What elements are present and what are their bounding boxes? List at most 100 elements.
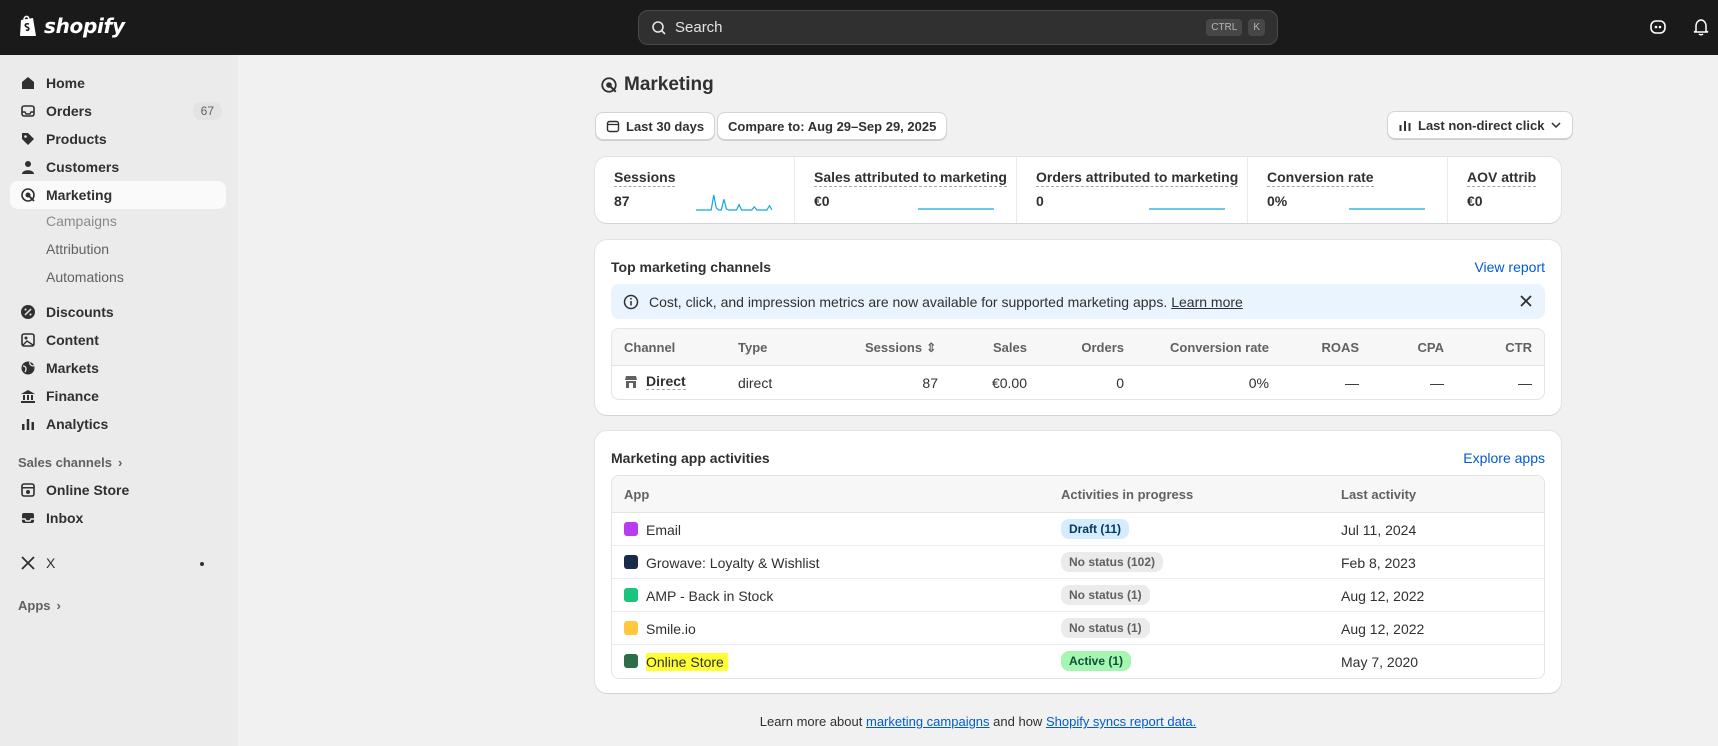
shopify-logo[interactable]: shopify [18,14,125,38]
sidebar-item-label: Inbox [46,510,84,526]
info-banner: Cost, click, and impression metrics are … [611,284,1545,319]
sales-channels-header[interactable]: Sales channels › [18,455,122,470]
orders-sparkline [1149,208,1225,210]
bar-chart-icon [22,419,34,430]
sidebar-item-customers[interactable]: Customers [10,153,226,181]
sidebar-sub-attribution[interactable]: Attribution [46,241,109,257]
status-badge: No status (102) [1061,552,1164,572]
sidebar-item-label: Discounts [46,304,114,320]
search-icon [652,20,666,35]
metric-sessions[interactable]: Sessions 87 [595,157,795,223]
sidebar-item-markets[interactable]: Markets [10,354,226,382]
store-icon [21,483,35,497]
status-badge: Active (1) [1061,651,1132,671]
page-title-text: Marketing [624,74,714,95]
sidebar-item-finance[interactable]: Finance [10,382,226,410]
sidebar-item-x[interactable]: X [10,549,226,577]
sidebar-item-discounts[interactable]: Discounts [10,298,226,326]
sidebar-sub-automations[interactable]: Automations [46,269,124,285]
table-row[interactable]: Direct direct 87 €0.00 0 0% — — — [612,366,1544,399]
sidebar-item-inbox[interactable]: Inbox [10,504,226,532]
sidebar-item-online-store[interactable]: Online Store [10,476,226,504]
chevron-right-icon: › [117,455,123,470]
channel-cpa: — [1430,375,1444,391]
sidebar-item-label: Markets [46,360,99,376]
status-badge: No status (1) [1061,585,1150,605]
shopify-bag-icon [20,15,36,36]
apps-header[interactable]: Apps › [18,598,61,613]
app-activities-card: Marketing app activities Explore apps Ap… [595,431,1561,693]
sort-icon: ⇕ [925,340,937,355]
channel-orders: 0 [1116,375,1124,391]
banner-text: Cost, click, and impression metrics are … [649,293,1168,310]
col-type: Type [738,340,768,355]
sidebar-item-label: Content [46,332,99,348]
last-activity: Jul 11, 2024 [1341,522,1417,538]
table-row[interactable]: AMP - Back in Stock No status (1) Aug 12… [612,579,1544,612]
search-bar[interactable]: Search CTRL K [638,10,1278,45]
sidebar-item-products[interactable]: Products [10,125,226,153]
apps-label: Apps [18,598,51,613]
footer-prefix: Learn more about [759,714,863,729]
sidebar-item-label: Products [46,131,107,147]
col-sessions[interactable]: Sessions ⇕ [865,340,937,356]
compare-to-button[interactable]: Compare to: Aug 29–Sep 29, 2025 [717,112,948,140]
table-row[interactable]: Growave: Loyalty & Wishlist No status (1… [612,546,1544,579]
shortcut-k: K [1248,19,1265,36]
shopify-syncs-link[interactable]: Shopify syncs report data. [1046,714,1196,729]
explore-apps-link[interactable]: Explore apps [1463,450,1545,466]
sidebar-item-analytics[interactable]: Analytics [10,410,226,438]
sidebar-item-orders[interactable]: Orders 67 [10,97,226,125]
sidekick-icon[interactable] [1648,17,1668,37]
app-name: Email [646,522,682,538]
sidebar-item-home[interactable]: Home [10,69,226,97]
channels-table: Channel Type Sessions ⇕ Sales Orders Con… [611,328,1545,400]
date-range-button[interactable]: Last 30 days [595,112,716,140]
metric-value: €0 [1467,193,1483,209]
search-placeholder: Search [675,19,723,36]
channel-name[interactable]: Direct [646,373,686,390]
attribution-model-label: Last non-direct click [1418,117,1545,133]
learn-more-link[interactable]: Learn more [1171,294,1243,310]
smile-app-icon [624,621,638,635]
metric-sales-attributed[interactable]: Sales attributed to marketing €0 [795,157,1017,223]
metric-conversion-rate[interactable]: Conversion rate 0% [1248,157,1448,223]
view-report-link[interactable]: View report [1474,259,1545,275]
table-row[interactable]: Smile.io No status (1) Aug 12, 2022 [612,612,1544,645]
footer-note: Learn more about marketing campaigns and… [0,714,1718,729]
metric-aov-attributed[interactable]: AOV attrib €0 [1448,157,1561,223]
table-row[interactable]: Email Draft (11) Jul 11, 2024 [612,513,1544,546]
sidebar-item-marketing[interactable]: Marketing [10,181,226,209]
target-icon [601,77,617,93]
status-badge: Draft (11) [1061,519,1130,539]
app-name: Online Store [646,653,728,671]
bar-chart-icon [1399,121,1411,131]
app-activities-table: App Activities in progress Last activity… [611,475,1545,679]
col-sessions-label: Sessions [865,340,923,355]
attribution-model-dropdown[interactable]: Last non-direct click [1387,111,1574,139]
table-row[interactable]: Online Store Active (1) May 7, 2020 [612,645,1544,678]
date-range-label: Last 30 days [626,118,705,134]
table-header: App Activities in progress Last activity [612,476,1544,513]
online-store-app-icon [624,654,638,668]
person-icon [22,161,34,174]
channel-conversion: 0% [1248,375,1269,391]
chevron-down-icon [1551,122,1561,129]
last-activity: Feb 8, 2023 [1341,555,1416,571]
amp-app-icon [624,588,638,602]
col-app: App [624,487,650,502]
compare-to-label: Compare to: Aug 29–Sep 29, 2025 [728,118,937,134]
metric-label: Orders attributed to marketing [1036,169,1239,187]
tag-icon [22,133,34,145]
globe-icon [21,361,35,375]
metric-orders-attributed[interactable]: Orders attributed to marketing 0 [1017,157,1248,223]
close-icon[interactable] [1519,294,1533,308]
top-channels-title: Top marketing channels [611,259,771,275]
sidebar-item-label: X [46,555,56,571]
sidebar-sub-campaigns[interactable]: Campaigns [46,213,117,229]
channel-sales: €0.00 [991,375,1027,391]
bell-icon[interactable] [1691,17,1711,37]
home-icon [22,77,34,89]
marketing-campaigns-link[interactable]: marketing campaigns [866,714,990,729]
sidebar-item-content[interactable]: Content [10,326,226,354]
